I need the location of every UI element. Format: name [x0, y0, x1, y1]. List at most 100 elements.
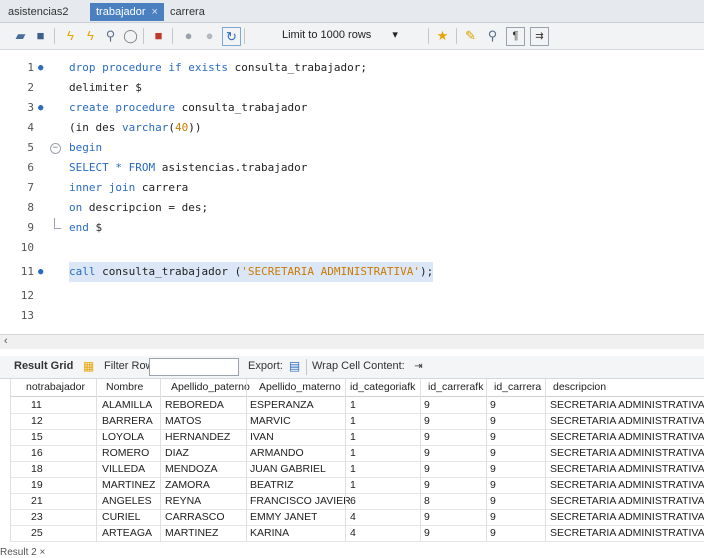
table-cell[interactable]: JUAN GABRIEL [250, 461, 326, 477]
table-cell[interactable]: 9 [490, 493, 496, 509]
column-header[interactable]: Nombre [106, 379, 143, 396]
table-row[interactable]: 16 ROMERO DIAZ ARMANDO 1 9 9 SECRETARIA ADMINIS… [10, 445, 704, 462]
table-cell[interactable]: ANGELES [102, 493, 152, 509]
table-cell[interactable]: 9 [424, 445, 430, 461]
table-cell[interactable]: SECRETARIA ADMINISTRATIVA [550, 397, 704, 413]
column-header[interactable]: id_carrerafk [428, 379, 483, 396]
table-cell[interactable]: 9 [490, 397, 496, 413]
column-header[interactable]: notrabajador [26, 379, 85, 396]
table-cell[interactable]: 1 [350, 429, 356, 445]
commit-icon[interactable]: ● [180, 27, 197, 44]
table-row[interactable]: 11 ALAMILLA REBOREDA ESPERANZA 1 9 9 SECRETARIA… [10, 397, 704, 414]
table-cell[interactable]: 9 [424, 397, 430, 413]
magnifier-icon[interactable]: ⚲ [102, 27, 119, 44]
table-cell[interactable]: 12 [31, 413, 43, 429]
limit-rows-select[interactable]: Limit to 1000 rows ▾ [282, 28, 398, 41]
table-cell[interactable]: 21 [31, 493, 43, 509]
table-row[interactable]: 19 MARTINEZ ZAMORA BEATRIZ 1 9 9 SECRETARIA ADM… [10, 477, 704, 494]
table-cell[interactable]: 9 [424, 525, 430, 541]
column-header[interactable]: Apellido_paterno [171, 379, 250, 396]
table-cell[interactable]: SECRETARIA ADMINISTRATIVA [550, 429, 704, 445]
column-header[interactable]: Apellido_materno [259, 379, 341, 396]
table-cell[interactable]: 16 [31, 445, 43, 461]
table-cell[interactable]: REYNA [165, 493, 201, 509]
column-header[interactable]: descripcion [553, 379, 606, 396]
table-cell[interactable]: ALAMILLA [102, 397, 152, 413]
table-cell[interactable]: MARVIC [250, 413, 291, 429]
table-row[interactable]: 12 BARRERA MATOS MARVIC 1 9 9 SECRETARIA ADMINI… [10, 413, 704, 430]
table-cell[interactable]: 8 [424, 493, 430, 509]
table-cell[interactable]: ROMERO [102, 445, 149, 461]
table-cell[interactable]: 6 [350, 493, 356, 509]
table-cell[interactable]: FRANCISCO JAVIER [250, 493, 351, 509]
table-cell[interactable]: CARRASCO [165, 509, 225, 525]
table-cell[interactable]: 1 [350, 397, 356, 413]
table-cell[interactable]: SECRETARIA ADMINISTRATIVA [550, 493, 704, 509]
table-row[interactable]: 15 LOYOLA HERNANDEZ IVAN 1 9 9 SECRETARIA ADMIN… [10, 429, 704, 446]
table-cell[interactable]: 1 [350, 461, 356, 477]
table-cell[interactable]: SECRETARIA ADMINISTRATIVA [550, 461, 704, 477]
table-cell[interactable]: 9 [490, 413, 496, 429]
fold-toggle-icon[interactable]: − [50, 143, 61, 154]
table-cell[interactable]: 18 [31, 461, 43, 477]
filter-rows-input[interactable] [149, 358, 239, 376]
table-cell[interactable]: 9 [424, 413, 430, 429]
chevron-left-icon[interactable]: ‹ [4, 335, 8, 347]
table-cell[interactable]: SECRETARIA ADMINISTRATIVA [550, 445, 704, 461]
table-cell[interactable]: IVAN [250, 429, 274, 445]
folder-icon[interactable]: ▰ [12, 27, 29, 44]
table-cell[interactable]: SECRETARIA ADMINISTRATIVA [550, 413, 704, 429]
wrap-cell-icon[interactable]: ⇥ [410, 358, 427, 375]
table-cell[interactable]: SECRETARIA ADMINISTRATIVA [550, 477, 704, 493]
table-cell[interactable]: 9 [424, 477, 430, 493]
table-cell[interactable]: ARMANDO [250, 445, 304, 461]
table-cell[interactable]: VILLEDA [102, 461, 145, 477]
table-cell[interactable]: 9 [490, 461, 496, 477]
table-cell[interactable]: SECRETARIA ADMINISTRATIVA [550, 525, 704, 541]
table-cell[interactable]: 9 [490, 429, 496, 445]
table-cell[interactable]: SECRETARIA ADMINISTRATIVA [550, 509, 704, 525]
stop-icon[interactable]: ◯ [122, 27, 139, 44]
horizontal-scrollbar[interactable]: ‹ [0, 334, 704, 349]
close-icon[interactable]: × [152, 6, 158, 18]
table-cell[interactable]: 9 [490, 509, 496, 525]
tab-carrera[interactable]: carrera [164, 3, 211, 21]
table-cell[interactable]: 15 [31, 429, 43, 445]
table-cell[interactable]: 4 [350, 509, 356, 525]
table-cell[interactable]: MARTINEZ [102, 477, 155, 493]
table-cell[interactable]: ZAMORA [165, 477, 210, 493]
tab-asistencias2[interactable]: asistencias2 [2, 3, 75, 21]
tab-trabajador[interactable]: trabajador × [90, 3, 164, 21]
table-cell[interactable]: MENDOZA [165, 461, 218, 477]
wrap-icon[interactable]: ⇉ [530, 27, 549, 46]
table-cell[interactable]: DIAZ [165, 445, 189, 461]
table-cell[interactable]: 9 [424, 509, 430, 525]
table-cell[interactable]: 9 [490, 525, 496, 541]
rollback-icon[interactable]: ● [201, 27, 218, 44]
result-2-tab[interactable]: Result 2 × [0, 547, 45, 558]
table-row[interactable]: 21 ANGELES REYNA FRANCISCO JAVIER 6 8 9 SECRETA… [10, 493, 704, 510]
table-cell[interactable]: 23 [31, 509, 43, 525]
table-cell[interactable]: HERNANDEZ [165, 429, 230, 445]
lightning-icon[interactable]: ϟ [62, 27, 79, 44]
table-cell[interactable]: 1 [350, 477, 356, 493]
column-header[interactable]: id_carrera [494, 379, 541, 396]
table-cell[interactable]: EMMY JANET [250, 509, 317, 525]
table-cell[interactable]: ESPERANZA [250, 397, 314, 413]
table-cell[interactable]: MARTINEZ [165, 525, 218, 541]
table-cell[interactable]: LOYOLA [102, 429, 144, 445]
table-cell[interactable]: 9 [490, 477, 496, 493]
save-icon[interactable]: ■ [32, 27, 49, 44]
table-cell[interactable]: 9 [490, 445, 496, 461]
table-cell[interactable]: BARRERA [102, 413, 153, 429]
result-grid-tab[interactable]: Result Grid [14, 360, 73, 372]
table-cell[interactable]: 4 [350, 525, 356, 541]
table-cell[interactable]: 9 [424, 429, 430, 445]
table-cell[interactable]: 1 [350, 413, 356, 429]
sql-editor[interactable]: 1 ● drop procedure if exists consulta_tra… [0, 50, 704, 334]
search-icon[interactable]: ⚲ [484, 27, 501, 44]
table-row[interactable]: 23 CURIEL CARRASCO EMMY JANET 4 9 9 SECRETARIA … [10, 509, 704, 526]
table-row[interactable]: 25 ARTEAGA MARTINEZ KARINA 4 9 9 SECRETARIA ADM… [10, 525, 704, 542]
autocommit-icon[interactable]: ↻ [222, 27, 241, 46]
table-cell[interactable]: 25 [31, 525, 43, 541]
